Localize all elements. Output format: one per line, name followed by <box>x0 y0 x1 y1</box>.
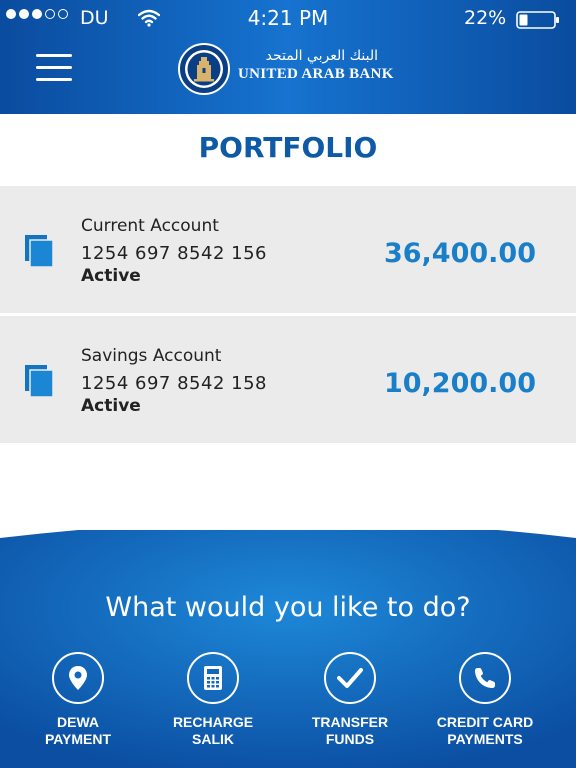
calculator-icon <box>204 666 222 690</box>
account-number: 1254 697 8542 156 <box>81 243 267 264</box>
action-label-line1: RECHARGE <box>172 714 254 730</box>
status-bar: DU 4:21 PM 22% <box>0 0 576 38</box>
account-status: Active <box>81 266 141 286</box>
app-header: DU 4:21 PM 22% البنك العربي المتحد UNITE… <box>0 0 576 114</box>
phone-icon <box>475 668 495 688</box>
credit-card-payments-button[interactable]: CREDIT CARD PAYMENTS <box>415 652 555 748</box>
logo-arabic-text: البنك العربي المتحد <box>265 48 378 64</box>
transfer-funds-button[interactable]: TRANSFER FUNDS <box>280 652 420 748</box>
battery-icon <box>516 11 559 29</box>
recharge-salik-button[interactable]: RECHARGE SALIK <box>143 652 283 748</box>
action-label-line1: CREDIT CARD <box>436 714 534 730</box>
account-balance: 36,400.00 <box>383 238 536 269</box>
action-label-line2: FUNDS <box>325 731 375 747</box>
account-name: Current Account <box>81 216 219 236</box>
account-document-icon <box>25 235 54 268</box>
dewa-payment-button[interactable]: DEWA PAYMENT <box>8 652 148 748</box>
location-pin-icon <box>69 666 87 690</box>
action-label-line2: PAYMENTS <box>447 731 523 747</box>
account-document-icon <box>25 365 54 398</box>
account-balance: 10,200.00 <box>383 368 536 399</box>
quick-actions-panel: What would you like to do? DEWA PAYMENT … <box>0 530 576 768</box>
account-status: Active <box>81 396 141 416</box>
account-number: 1254 697 8542 158 <box>81 373 267 394</box>
action-label-line2: SALIK <box>192 731 234 747</box>
bank-logo-emblem <box>178 43 230 95</box>
page-title: PORTFOLIO <box>198 131 378 164</box>
action-label-line2: PAYMENT <box>44 731 112 747</box>
account-card-savings[interactable]: Savings Account 1254 697 8542 158 Active… <box>0 316 576 443</box>
action-label-line1: TRANSFER <box>311 714 389 730</box>
actions-question: What would you like to do? <box>105 592 471 623</box>
account-card-current[interactable]: Current Account 1254 697 8542 156 Active… <box>0 186 576 313</box>
logo-english-text: UNITED ARAB BANK <box>238 66 394 82</box>
action-label-line1: DEWA <box>57 714 99 730</box>
checkmark-icon <box>337 668 363 688</box>
hamburger-menu-icon[interactable] <box>36 54 72 84</box>
account-name: Savings Account <box>81 346 222 366</box>
battery-percentage: 22% <box>464 7 507 29</box>
